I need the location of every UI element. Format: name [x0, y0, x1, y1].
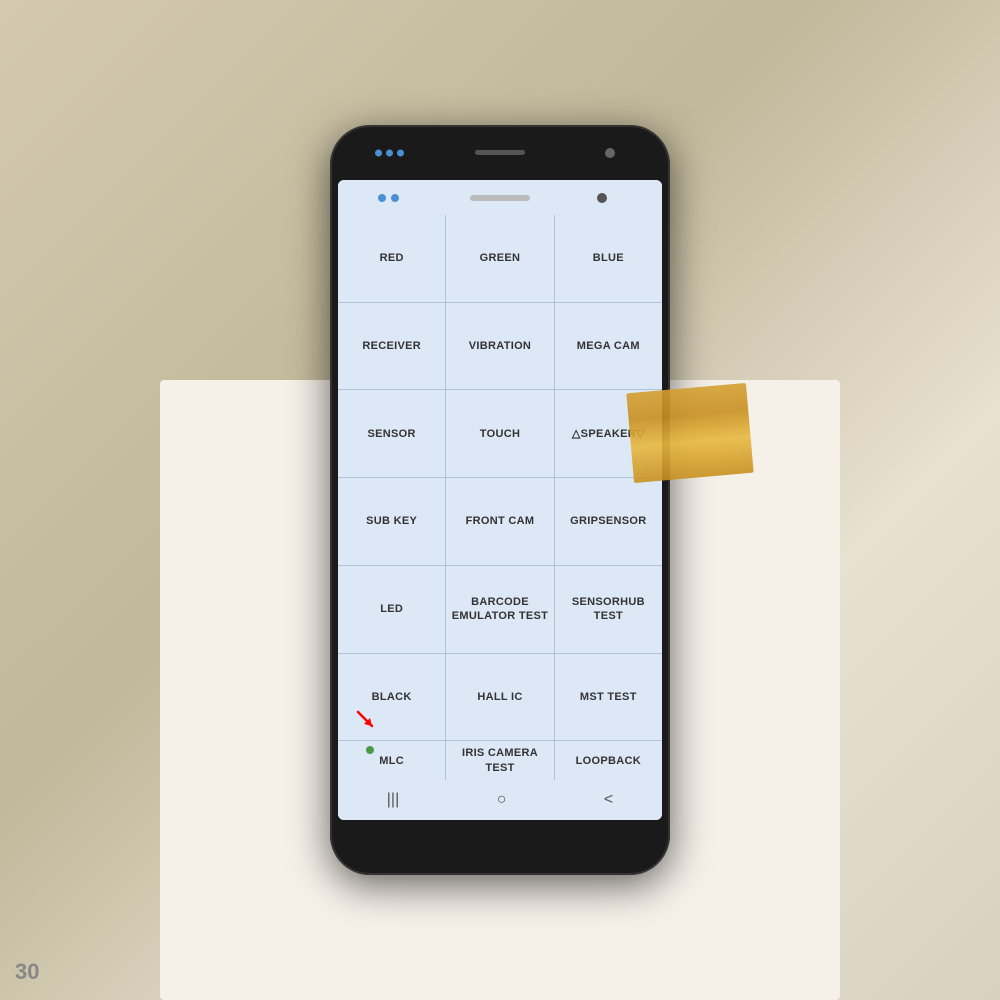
touch-button[interactable]: TOUCH	[446, 390, 553, 477]
receiver-button[interactable]: RECEIVER	[338, 303, 445, 390]
mlc-button[interactable]: MLC	[338, 741, 445, 780]
sensor-button[interactable]: SENSOR	[338, 390, 445, 477]
ribbon-cable	[626, 382, 753, 482]
mega-cam-button[interactable]: MEGA CAM	[555, 303, 662, 390]
sensor-dot-3	[397, 149, 404, 156]
test-grid: RED GREEN BLUE RECEIVER VIBRATION MEGA C…	[338, 215, 662, 780]
gripsensor-button[interactable]: GRIPSENSOR	[555, 478, 662, 565]
loopback-button[interactable]: LOOPBACK	[555, 741, 662, 780]
earpiece	[470, 195, 530, 201]
sensorhub-test-button[interactable]: SENSORHUB TEST	[555, 566, 662, 653]
sensor-dot-a	[378, 194, 386, 202]
sub-key-button[interactable]: SUB KEY	[338, 478, 445, 565]
green-dot-indicator	[366, 746, 374, 754]
red-button[interactable]: RED	[338, 215, 445, 302]
black-button[interactable]: BLACK	[338, 654, 445, 741]
navigation-bar: ||| ○ <	[338, 780, 662, 820]
back-button[interactable]: <	[604, 791, 613, 809]
page-number: 30	[15, 959, 39, 985]
phone-top-notch	[330, 125, 670, 180]
red-arrow-icon	[356, 710, 378, 732]
status-sensor-dots	[378, 194, 399, 202]
sensor-dot-1	[375, 149, 382, 156]
status-camera	[597, 193, 607, 203]
home-button[interactable]: ○	[497, 791, 507, 809]
vibration-button[interactable]: VIBRATION	[446, 303, 553, 390]
iris-camera-button[interactable]: IRIS CAMERATEST	[446, 741, 553, 780]
phone-screen: RED GREEN BLUE RECEIVER VIBRATION MEGA C…	[338, 180, 662, 820]
blue-button[interactable]: BLUE	[555, 215, 662, 302]
status-bar	[338, 180, 662, 215]
recent-apps-button[interactable]: |||	[387, 791, 399, 809]
front-camera	[605, 148, 615, 158]
phone-body: RED GREEN BLUE RECEIVER VIBRATION MEGA C…	[330, 125, 670, 875]
green-button[interactable]: GREEN	[446, 215, 553, 302]
phone-container: RED GREEN BLUE RECEIVER VIBRATION MEGA C…	[330, 125, 670, 875]
sensor-dot-2	[386, 149, 393, 156]
front-cam-button[interactable]: FRONT CAM	[446, 478, 553, 565]
sensor-dot-b	[391, 194, 399, 202]
hall-ic-button[interactable]: HALL IC	[446, 654, 553, 741]
phone-bottom	[330, 820, 670, 875]
top-sensor-dots	[375, 149, 404, 156]
top-speaker-slot	[475, 150, 525, 155]
mst-test-button[interactable]: MST TEST	[555, 654, 662, 741]
led-button[interactable]: LED	[338, 566, 445, 653]
barcode-emulator-button[interactable]: BARCODEEMULATOR TEST	[446, 566, 553, 653]
